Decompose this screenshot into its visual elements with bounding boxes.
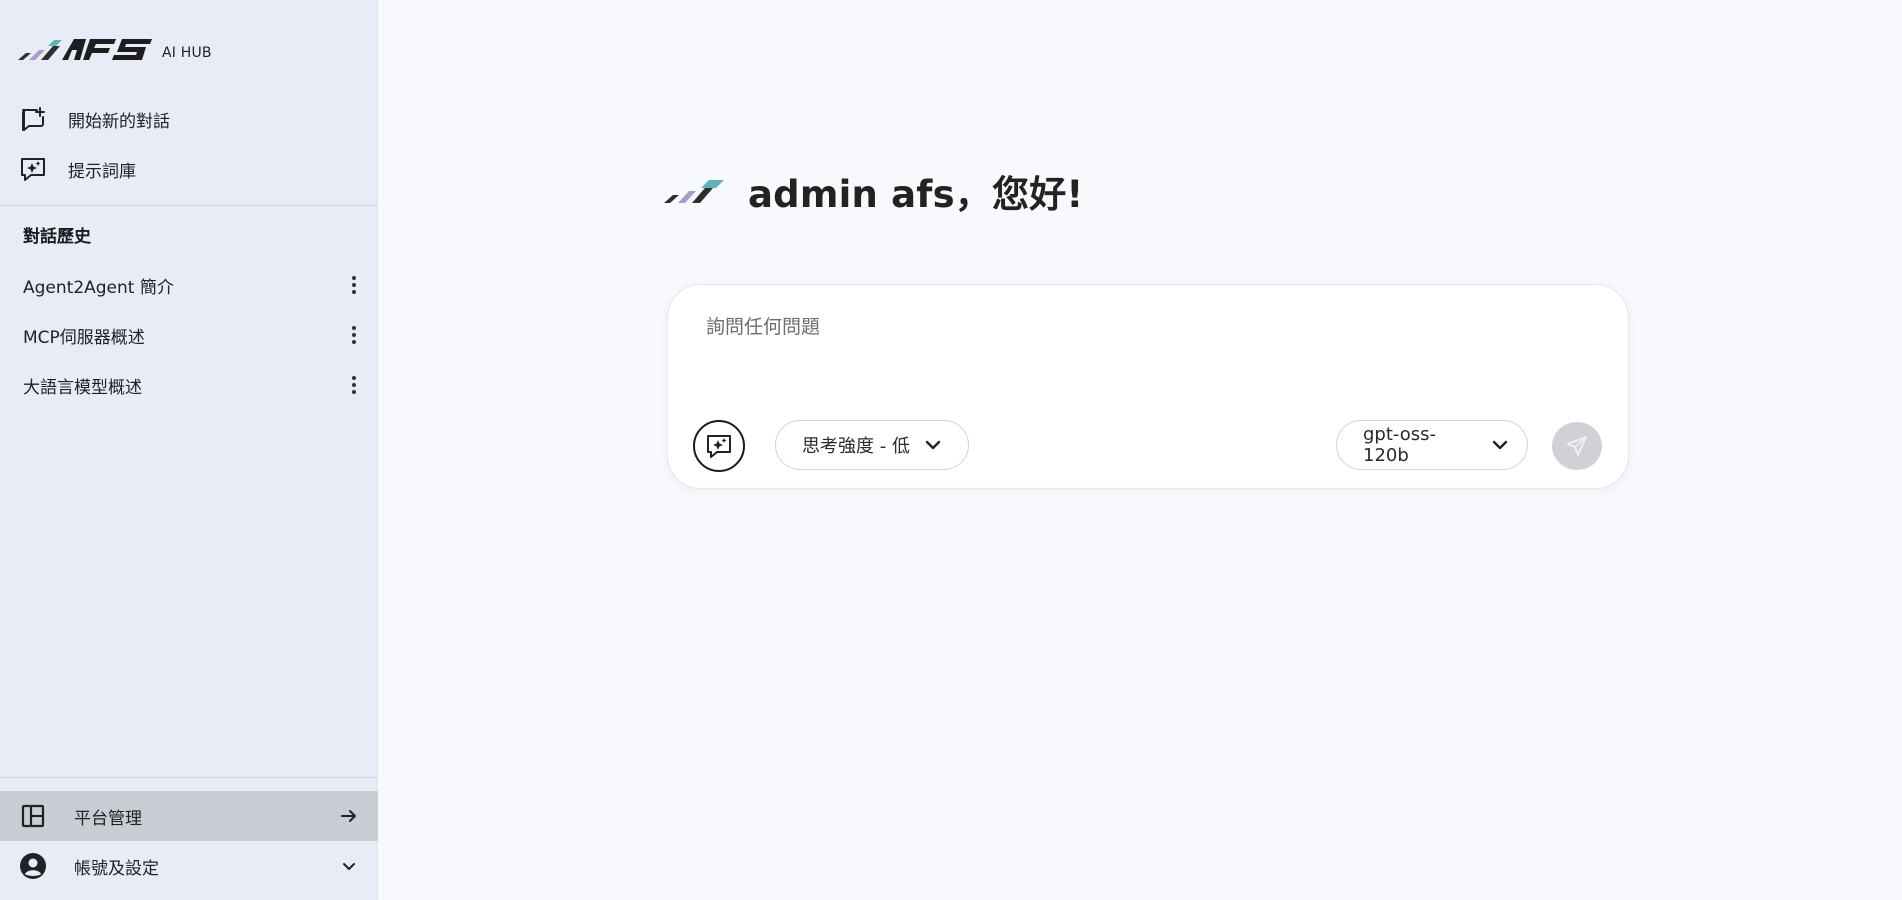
send-icon xyxy=(1566,435,1588,457)
more-options-icon[interactable] xyxy=(346,323,362,347)
history-heading: 對話歷史 xyxy=(23,227,91,247)
account-settings-button[interactable]: 帳號及設定 xyxy=(0,841,378,891)
more-options-icon[interactable] xyxy=(346,273,362,297)
logo-subtitle: AI HUB xyxy=(162,45,212,61)
platform-admin-label: 平台管理 xyxy=(74,808,142,829)
chat-composer: 思考強度 - 低 gpt-oss-120b xyxy=(667,284,1629,489)
history-item[interactable]: Agent2Agent 簡介 xyxy=(0,260,378,310)
more-options-icon[interactable] xyxy=(346,373,362,397)
prompt-library-button-composer[interactable] xyxy=(693,420,745,472)
sidebar: AI HUB 開始新的對話 提示詞庫 對話歷史 Agent2Agent 簡介 M… xyxy=(0,0,378,900)
new-chat-label: 開始新的對話 xyxy=(68,111,170,132)
model-select[interactable]: gpt-oss-120b xyxy=(1336,420,1528,470)
prompt-library-button[interactable]: 提示詞庫 xyxy=(0,144,378,194)
history-list: Agent2Agent 簡介 MCP伺服器概述 大語言模型概述 xyxy=(0,260,378,410)
history-item[interactable]: MCP伺服器概述 xyxy=(0,310,378,360)
user-account-icon xyxy=(18,851,48,881)
history-item[interactable]: 大語言模型概述 xyxy=(0,360,378,410)
prompt-library-label: 提示詞庫 xyxy=(68,161,136,182)
new-chat-icon xyxy=(18,104,48,134)
history-item-label: 大語言模型概述 xyxy=(23,377,142,398)
reasoning-effort-select[interactable]: 思考強度 - 低 xyxy=(775,420,969,470)
sidebar-divider-bottom xyxy=(0,777,378,778)
afs-logo[interactable]: AI HUB xyxy=(18,32,212,62)
new-chat-button[interactable]: 開始新的對話 xyxy=(0,94,378,144)
chevron-down-icon xyxy=(1491,436,1509,454)
model-value: gpt-oss-120b xyxy=(1363,424,1437,466)
prompt-library-icon xyxy=(18,154,48,184)
chevron-down-icon xyxy=(338,855,360,877)
chevron-down-icon xyxy=(924,436,942,454)
prompt-library-icon xyxy=(705,432,733,460)
send-button[interactable] xyxy=(1552,422,1602,470)
prompt-input[interactable] xyxy=(704,307,1584,347)
afs-logo-mark xyxy=(18,39,152,60)
history-item-label: MCP伺服器概述 xyxy=(23,327,145,348)
history-item-label: Agent2Agent 簡介 xyxy=(23,277,174,298)
greeting: admin afs，您好! xyxy=(664,166,1083,216)
reasoning-effort-value: 思考強度 - 低 xyxy=(802,436,910,457)
account-settings-label: 帳號及設定 xyxy=(74,858,159,879)
dashboard-layout-icon xyxy=(18,801,48,831)
arrow-right-icon xyxy=(338,805,360,827)
platform-admin-button[interactable]: 平台管理 xyxy=(0,791,378,841)
afs-logo-mark xyxy=(664,180,724,203)
sidebar-divider-top xyxy=(0,205,378,206)
greeting-text: admin afs，您好! xyxy=(748,173,1084,216)
